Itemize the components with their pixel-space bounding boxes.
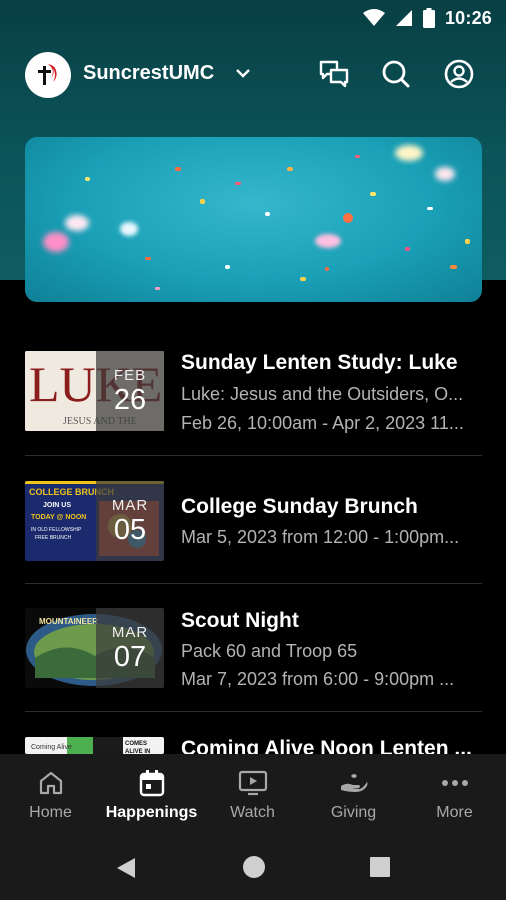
- messages-icon[interactable]: [318, 58, 350, 90]
- confetti-piece: [287, 167, 293, 171]
- nav-label: Happenings: [105, 804, 198, 821]
- svg-text:Coming Alive: Coming Alive: [31, 744, 72, 751]
- event-thumbnail: Coming Alive COMES ALIVE IN: [25, 737, 164, 754]
- nav-watch[interactable]: Watch: [202, 754, 303, 840]
- date-day: 05: [113, 514, 147, 546]
- confetti-piece: [265, 212, 270, 216]
- confetti-piece: [427, 207, 433, 210]
- system-nav-bar: [0, 840, 506, 900]
- event-item[interactable]: LUKE JESUS AND THE FEB 26 Sunday Lenten …: [25, 351, 482, 433]
- event-schedule: Mar 7, 2023 from 6:00 - 9:00pm ...: [181, 669, 455, 689]
- chevron-down-icon[interactable]: [234, 64, 252, 82]
- status-time: 10:26: [444, 7, 492, 28]
- giving-hand-icon: [339, 768, 369, 798]
- divider: [25, 455, 482, 456]
- confetti-piece: [325, 267, 329, 271]
- confetti-piece: [155, 287, 160, 290]
- confetti-piece: [145, 257, 151, 260]
- svg-text:FREE BRUNCH: FREE BRUNCH: [35, 535, 72, 541]
- calendar-icon: [137, 768, 167, 798]
- date-badge: MAR 07: [96, 608, 164, 688]
- confetti-piece: [435, 167, 455, 181]
- confetti-piece: [235, 182, 241, 185]
- event-title: Scout Night: [181, 609, 299, 632]
- nav-label: Watch: [230, 804, 275, 821]
- confetti-piece: [85, 177, 90, 181]
- coming-alive-flyer-image: Coming Alive COMES ALIVE IN: [25, 737, 164, 754]
- confetti-piece: [405, 247, 410, 251]
- confetti-piece: [43, 232, 69, 252]
- bottom-nav: Home Happenings Watch Giving More: [0, 754, 506, 840]
- home-icon: [36, 768, 66, 798]
- home-circle-icon[interactable]: [242, 855, 266, 879]
- confetti-piece: [200, 199, 205, 204]
- org-name[interactable]: SuncrestUMC: [83, 62, 214, 85]
- battery-icon: [422, 8, 435, 28]
- recents-icon[interactable]: [369, 856, 391, 878]
- nav-more[interactable]: More: [404, 754, 505, 840]
- event-schedule: Mar 5, 2023 from 12:00 - 1:00pm...: [181, 527, 460, 547]
- nav-label: More: [436, 804, 473, 821]
- date-badge: FEB 26: [96, 351, 164, 431]
- nav-home[interactable]: Home: [0, 754, 101, 840]
- date-month: MAR: [111, 624, 149, 641]
- cell-signal-icon: [395, 10, 412, 26]
- nav-giving[interactable]: Giving: [303, 754, 404, 840]
- event-subtitle: Luke: Jesus and the Outsiders, O...: [181, 384, 464, 404]
- confetti-piece: [355, 155, 360, 158]
- event-item[interactable]: COLLEGE BRUNCH JOIN US TODAY @ NOON IN O…: [25, 481, 482, 561]
- event-thumbnail: MOUNTAINEER MAR 07: [25, 608, 164, 688]
- app-bar: SuncrestUMC: [0, 44, 506, 104]
- svg-text:IN OLD FELLOWSHIP: IN OLD FELLOWSHIP: [31, 527, 82, 533]
- date-day: 26: [113, 384, 147, 416]
- event-thumbnail: LUKE JESUS AND THE FEB 26: [25, 351, 164, 431]
- event-item[interactable]: MOUNTAINEER MAR 07 Scout Night Pack 60 a…: [25, 608, 482, 689]
- search-icon[interactable]: [380, 58, 412, 90]
- svg-text:MOUNTAINEER: MOUNTAINEER: [39, 617, 98, 626]
- event-title: Sunday Lenten Study: Luke: [181, 351, 458, 374]
- confetti-piece: [175, 167, 181, 171]
- nav-label: Giving: [330, 804, 377, 821]
- event-schedule: Feb 26, 10:00am - Apr 2, 2023 11...: [181, 413, 464, 433]
- event-title: Coming Alive Noon Lenten ...: [181, 737, 472, 754]
- divider: [25, 711, 482, 712]
- confetti-piece: [343, 213, 353, 223]
- tv-play-icon: [238, 768, 268, 798]
- event-thumbnail: COLLEGE BRUNCH JOIN US TODAY @ NOON IN O…: [25, 481, 164, 561]
- back-icon[interactable]: [115, 856, 137, 880]
- nav-happenings[interactable]: Happenings: [101, 754, 202, 840]
- more-dots-icon: [440, 768, 470, 798]
- org-logo-icon[interactable]: [25, 52, 71, 98]
- confetti-piece: [225, 265, 230, 269]
- confetti-piece: [65, 215, 89, 231]
- date-month: FEB: [113, 367, 147, 384]
- event-subtitle: Pack 60 and Troop 65: [181, 641, 358, 661]
- hero-banner[interactable]: [25, 137, 482, 302]
- svg-text:JOIN US: JOIN US: [43, 502, 71, 509]
- nav-label: Home: [29, 804, 72, 821]
- svg-text:TODAY @ NOON: TODAY @ NOON: [31, 514, 86, 521]
- date-month: MAR: [111, 497, 149, 514]
- event-item[interactable]: Coming Alive COMES ALIVE IN Coming Alive…: [25, 737, 482, 754]
- date-day: 07: [113, 641, 147, 673]
- account-icon[interactable]: [443, 58, 475, 90]
- confetti-piece: [395, 145, 423, 161]
- status-bar: 10:26: [0, 0, 506, 36]
- confetti-piece: [300, 277, 306, 281]
- confetti-piece: [450, 265, 457, 269]
- svg-text:COMES: COMES: [125, 741, 147, 747]
- date-badge: MAR 05: [96, 481, 164, 561]
- confetti-piece: [370, 192, 376, 196]
- wifi-icon: [362, 9, 385, 26]
- divider: [25, 583, 482, 584]
- confetti-piece: [465, 239, 470, 244]
- confetti-piece: [315, 234, 341, 248]
- confetti-piece: [120, 222, 138, 236]
- event-title: College Sunday Brunch: [181, 495, 418, 518]
